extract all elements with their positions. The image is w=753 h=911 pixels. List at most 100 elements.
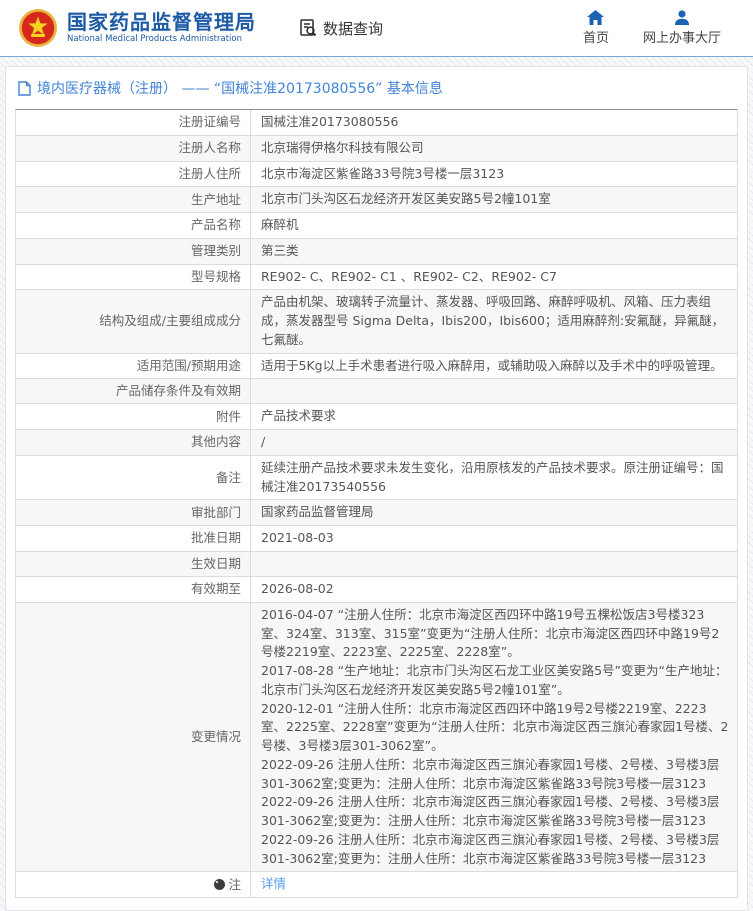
row-value: 2026-08-02 (251, 577, 737, 602)
nav-online-hall[interactable]: 网上办事大厅 (643, 10, 721, 46)
row-label: 适用范围/预期用途 (16, 354, 251, 379)
nav-home[interactable]: 首页 (583, 10, 609, 46)
row-label-text: 批准日期 (191, 529, 241, 547)
table-row: 有效期至 2026-08-02 (16, 577, 737, 603)
table-row: 型号规格 RE902- C、RE902- C1 、RE902- C2、RE902… (16, 265, 737, 291)
row-value: 延续注册产品技术要求未发生变化，沿用原核发的产品技术要求。原注册证编号：国械注准… (251, 456, 737, 500)
row-label-text: 注册人名称 (178, 139, 241, 157)
content-panel: 境内医疗器械（注册） —— “国械注准20173080556” 基本信息 注册证… (5, 66, 748, 911)
row-label: 型号规格 (16, 265, 251, 290)
row-value-text: 国家药品监督管理局 (261, 503, 729, 522)
row-value (251, 552, 737, 576)
row-value-text: 北京市海淀区紫雀路33号院3号楼一层3123 (261, 165, 729, 184)
row-label: 注册证编号 (16, 110, 251, 135)
row-value: 详情 (251, 872, 737, 897)
row-value: 产品技术要求 (251, 404, 737, 429)
detail-link[interactable]: 详情 (261, 875, 286, 894)
row-label-text: 注册人住所 (178, 165, 241, 183)
row-value-text: 产品由机架、玻璃转子流量计、蒸发器、呼吸回路、麻醉呼吸机、风箱、压力表组成，蒸发… (261, 293, 729, 349)
nav-data-query-label: 数据查询 (323, 18, 383, 39)
brand: 国家药品监督管理局 National Medical Products Admi… (18, 8, 256, 48)
row-label-text: 管理类别 (191, 242, 241, 260)
document-search-icon (298, 18, 318, 38)
table-row: 生产地址 北京市门头沟区石龙经济开发区美安路5号2幢101室 (16, 187, 737, 213)
row-value-text: 延续注册产品技术要求未发生变化，沿用原核发的产品技术要求。原注册证编号：国械注准… (261, 459, 729, 497)
row-value: 北京市门头沟区石龙经济开发区美安路5号2幢101室 (251, 187, 737, 212)
brand-text: 国家药品监督管理局 National Medical Products Admi… (67, 11, 256, 44)
table-row: 注册证编号 国械注准20173080556 (16, 110, 737, 136)
org-name-en: National Medical Products Administration (67, 34, 256, 44)
row-value: 2016-04-07 “注册人住所：北京市海淀区西四环中路19号五棵松饭店3号楼… (251, 603, 737, 872)
row-label-text: 产品名称 (191, 216, 241, 234)
table-row: 注册人名称 北京瑞得伊格尔科技有限公司 (16, 136, 737, 162)
row-label-text: 审批部门 (191, 504, 241, 522)
table-row: 注 详情 (16, 872, 737, 897)
breadcrumb: 境内医疗器械（注册） —— “国械注准20173080556” 基本信息 (6, 67, 747, 107)
row-label: 注册人名称 (16, 136, 251, 161)
header: 国家药品监督管理局 National Medical Products Admi… (0, 0, 753, 57)
row-label: 注册人住所 (16, 162, 251, 187)
row-label: 有效期至 (16, 577, 251, 602)
row-label-text: 注册证编号 (178, 113, 241, 131)
row-value: 第三类 (251, 239, 737, 264)
row-value: 麻醉机 (251, 213, 737, 238)
top-nav: 首页 网上办事大厅 (583, 10, 721, 46)
person-icon (674, 10, 690, 25)
info-table: 注册证编号 国械注准20173080556 注册人名称 北京瑞得伊格尔科技有限公… (15, 109, 738, 898)
row-label-text: 生效日期 (191, 555, 241, 573)
row-label: 审批部门 (16, 500, 251, 525)
table-row: 生效日期 (16, 552, 737, 577)
row-label: 管理类别 (16, 239, 251, 264)
row-label: 其他内容 (16, 430, 251, 455)
row-value-text: 2016-04-07 “注册人住所：北京市海淀区西四环中路19号五棵松饭店3号楼… (261, 606, 729, 869)
row-value-text: 2021-08-03 (261, 529, 729, 548)
row-label-text: 备注 (216, 469, 241, 487)
table-row: 产品储存条件及有效期 (16, 379, 737, 404)
row-value: 国械注准20173080556 (251, 110, 737, 135)
nav-online-hall-label: 网上办事大厅 (643, 27, 721, 46)
row-value-text: 第三类 (261, 242, 729, 261)
row-value-text: 国械注准20173080556 (261, 113, 729, 132)
row-value-text: 适用于5Kg以上手术患者进行吸入麻醉用，或辅助吸入麻醉以及手术中的呼吸管理。 (261, 357, 729, 376)
table-row: 结构及组成/主要组成成分 产品由机架、玻璃转子流量计、蒸发器、呼吸回路、麻醉呼吸… (16, 290, 737, 353)
row-label: 产品名称 (16, 213, 251, 238)
row-label-text: 适用范围/预期用途 (137, 357, 241, 375)
table-row: 备注 延续注册产品技术要求未发生变化，沿用原核发的产品技术要求。原注册证编号：国… (16, 456, 737, 501)
row-value-text: RE902- C、RE902- C1 、RE902- C2、RE902- C7 (261, 268, 729, 287)
row-value (251, 379, 737, 403)
org-name-cn: 国家药品监督管理局 (67, 11, 256, 34)
row-label: 变更情况 (16, 603, 251, 872)
nav-home-label: 首页 (583, 27, 609, 46)
row-label: 生产地址 (16, 187, 251, 212)
national-emblem-icon (18, 8, 58, 48)
table-row: 产品名称 麻醉机 (16, 213, 737, 239)
row-value-text: / (261, 433, 729, 452)
home-icon (587, 10, 604, 25)
table-row: 变更情况 2016-04-07 “注册人住所：北京市海淀区西四环中路19号五棵松… (16, 603, 737, 873)
nav-data-query[interactable]: 数据查询 (298, 18, 383, 39)
row-value-text: 麻醉机 (261, 216, 729, 235)
row-value: 产品由机架、玻璃转子流量计、蒸发器、呼吸回路、麻醉呼吸机、风箱、压力表组成，蒸发… (251, 290, 737, 352)
row-label-text: 其他内容 (191, 433, 241, 451)
row-value-text: 产品技术要求 (261, 407, 729, 426)
row-label: 批准日期 (16, 526, 251, 551)
row-value-text: 北京瑞得伊格尔科技有限公司 (261, 139, 729, 158)
row-value: 北京瑞得伊格尔科技有限公司 (251, 136, 737, 161)
row-label-text: 变更情况 (191, 728, 241, 746)
row-label-text: 型号规格 (191, 268, 241, 286)
table-row: 适用范围/预期用途 适用于5Kg以上手术患者进行吸入麻醉用，或辅助吸入麻醉以及手… (16, 354, 737, 380)
table-row: 其他内容 / (16, 430, 737, 456)
row-label-text: 生产地址 (191, 191, 241, 209)
row-label: 生效日期 (16, 552, 251, 576)
table-row: 附件 产品技术要求 (16, 404, 737, 430)
row-value: 2021-08-03 (251, 526, 737, 551)
table-row: 批准日期 2021-08-03 (16, 526, 737, 552)
row-label: 结构及组成/主要组成成分 (16, 290, 251, 352)
row-value: 北京市海淀区紫雀路33号院3号楼一层3123 (251, 162, 737, 187)
page-icon (18, 81, 31, 96)
row-label-text: 附件 (216, 408, 241, 426)
note-icon (214, 879, 225, 890)
table-row: 审批部门 国家药品监督管理局 (16, 500, 737, 526)
row-label: 产品储存条件及有效期 (16, 379, 251, 403)
row-value: 适用于5Kg以上手术患者进行吸入麻醉用，或辅助吸入麻醉以及手术中的呼吸管理。 (251, 354, 737, 379)
